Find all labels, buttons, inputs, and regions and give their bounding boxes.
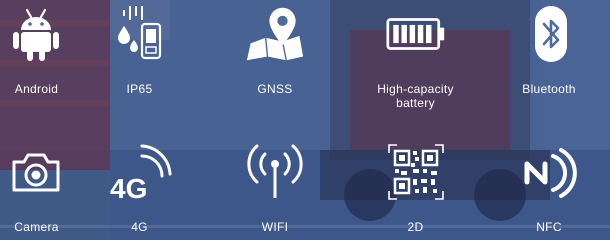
- 4g-icon-text: 4G: [110, 173, 147, 202]
- feature-label-gnss: GNSS: [257, 82, 293, 96]
- feature-bluetooth: Bluetooth: [487, 0, 610, 120]
- feature-gnss: GNSS: [206, 0, 344, 120]
- feature-android: Android: [0, 0, 73, 120]
- feature-wifi: WIFI: [206, 120, 344, 240]
- feature-2d: 2D: [344, 120, 487, 240]
- battery-icon: [385, 0, 446, 68]
- feature-camera: Camera: [0, 120, 73, 240]
- feature-label-ip65: IP65: [126, 82, 153, 96]
- android-icon: [6, 0, 66, 68]
- feature-4g: 4G 4G: [73, 120, 206, 240]
- camera-icon: [6, 138, 66, 206]
- wifi-icon: [245, 138, 305, 206]
- feature-battery: High-capacity battery: [344, 0, 487, 120]
- feature-label-battery: High-capacity battery: [377, 82, 454, 110]
- feature-label-4g: 4G: [131, 220, 148, 234]
- feature-nfc: NFC: [487, 120, 610, 240]
- feature-ip65: IP65: [73, 0, 206, 120]
- qr-code-icon: [386, 138, 446, 206]
- 4g-signal-icon: 4G: [108, 138, 172, 206]
- feature-grid: Android IP65 GNSS High-capacity battery …: [0, 0, 610, 240]
- nfc-icon: [521, 138, 581, 206]
- feature-label-nfc: NFC: [536, 220, 562, 234]
- feature-label-wifi: WIFI: [261, 220, 289, 234]
- feature-label-2d: 2D: [407, 220, 424, 234]
- bluetooth-icon: [521, 0, 581, 68]
- map-pin-icon: [245, 0, 305, 68]
- feature-label-bluetooth: Bluetooth: [522, 82, 576, 96]
- ip65-device-icon: [110, 0, 170, 68]
